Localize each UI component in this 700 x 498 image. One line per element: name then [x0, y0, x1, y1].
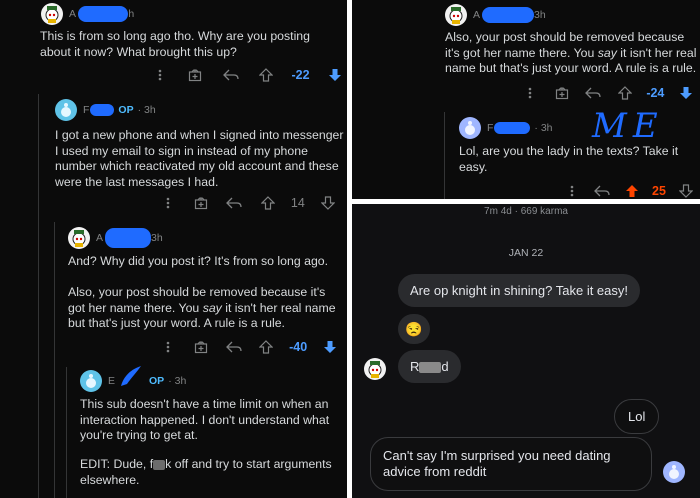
username[interactable]: A 3h — [473, 7, 546, 23]
comment-actions: -22 — [150, 66, 345, 84]
op-badge: OP — [149, 375, 165, 387]
vote-score: -22 — [291, 68, 310, 82]
more-icon[interactable] — [562, 182, 582, 199]
vote-score: 25 — [652, 184, 666, 198]
vote-score: -24 — [646, 86, 665, 100]
upvote-icon[interactable] — [256, 66, 276, 84]
comment-body: Also, your post should be removed becaus… — [68, 285, 336, 331]
message-bubble-sent[interactable]: Lol — [614, 399, 660, 434]
thread-line — [38, 94, 39, 498]
avatar[interactable] — [41, 3, 63, 25]
upvote-icon[interactable] — [256, 338, 276, 356]
upvote-icon[interactable] — [622, 182, 642, 199]
comment-actions-cut — [158, 490, 340, 498]
comment-age: · 3h — [534, 122, 553, 134]
more-icon[interactable] — [158, 194, 178, 212]
thread-line — [66, 367, 67, 498]
thread-line — [444, 112, 445, 199]
downvote-icon[interactable] — [318, 194, 338, 212]
username[interactable]: A 3h — [96, 228, 163, 248]
comment-header: E OP · 3h — [80, 366, 187, 392]
award-icon[interactable] — [185, 66, 205, 84]
comment-actions: 14 — [158, 194, 338, 212]
award-icon[interactable] — [191, 194, 211, 212]
thread-line — [54, 222, 55, 498]
vote-score: 14 — [290, 196, 305, 210]
downvote-icon[interactable] — [325, 66, 345, 84]
emoji: 😒 — [405, 320, 423, 337]
downvote-icon[interactable] — [676, 182, 696, 199]
reply-icon[interactable] — [592, 182, 612, 199]
comment-age: · 3h — [168, 375, 187, 387]
comment-actions: 25 — [562, 182, 696, 199]
avatar[interactable] — [80, 370, 102, 392]
username[interactable]: A h — [69, 6, 134, 22]
comment-header: F · 3h — [459, 117, 553, 139]
more-icon[interactable] — [150, 66, 170, 84]
avatar[interactable] — [459, 117, 481, 139]
avatar[interactable] — [445, 4, 467, 26]
comment-header: A h — [41, 3, 134, 25]
message-bubble-sent[interactable]: Can't say I'm surprised you need dating … — [370, 437, 652, 491]
comment-thread-left: A h This is from so long ago tho. Why ar… — [0, 0, 347, 498]
comment-thread-right: A 3h Also, your post should be removed be… — [352, 0, 700, 199]
username[interactable]: F — [487, 122, 531, 134]
messenger-chat: 7m 4d · 669 karma JAN 22 Are op knight i… — [352, 204, 700, 498]
comment-body: I got a new phone and when I signed into… — [55, 128, 344, 189]
award-icon[interactable] — [191, 338, 211, 356]
comment-actions: -24 — [520, 84, 696, 102]
avatar[interactable] — [55, 99, 77, 121]
comment-header: A 3h — [445, 4, 546, 26]
avatar[interactable] — [364, 358, 386, 380]
award-icon[interactable] — [552, 84, 572, 102]
reply-icon[interactable] — [583, 84, 603, 102]
comment-age: · 3h — [137, 104, 156, 116]
more-icon[interactable] — [158, 338, 178, 356]
comment-body: EDIT: Dude, fk off and try to start argu… — [80, 457, 332, 487]
downvote-icon[interactable] — [676, 84, 696, 102]
username[interactable]: E — [108, 366, 145, 390]
comment-body: This is from so long ago tho. Why are yo… — [40, 29, 310, 59]
vote-score: -40 — [289, 340, 308, 354]
more-icon[interactable] — [520, 84, 540, 102]
profile-info: 7m 4d · 669 karma — [484, 206, 568, 217]
comment-header: F OP · 3h — [55, 99, 156, 121]
message-bubble[interactable]: Rd — [398, 350, 461, 383]
message-bubble[interactable]: Are op knight in shining? Take it easy! — [398, 274, 641, 307]
comment-body: Lol, are you the lady in the texts? Take… — [459, 144, 679, 174]
message-emoji[interactable]: 😒 — [398, 314, 430, 344]
upvote-icon[interactable] — [258, 194, 278, 212]
comment-actions: -40 — [158, 338, 340, 356]
reply-icon[interactable] — [224, 338, 244, 356]
date-separator: JAN 22 — [508, 247, 544, 259]
op-badge: OP — [118, 104, 134, 116]
handwritten-annotation: ME — [592, 106, 664, 146]
comment-body: Also, your post should be removed becaus… — [445, 30, 697, 76]
reply-icon[interactable] — [224, 194, 244, 212]
username[interactable]: F — [83, 104, 115, 116]
comment-body: And? Why did you post it? It's from so l… — [68, 254, 329, 268]
comment-header: A 3h — [68, 227, 163, 249]
downvote-icon[interactable] — [320, 338, 340, 356]
avatar[interactable] — [663, 461, 685, 483]
reply-icon[interactable] — [221, 66, 241, 84]
upvote-icon[interactable] — [615, 84, 635, 102]
avatar[interactable] — [68, 227, 90, 249]
comment-body: This sub doesn't have a time limit on wh… — [80, 397, 330, 443]
